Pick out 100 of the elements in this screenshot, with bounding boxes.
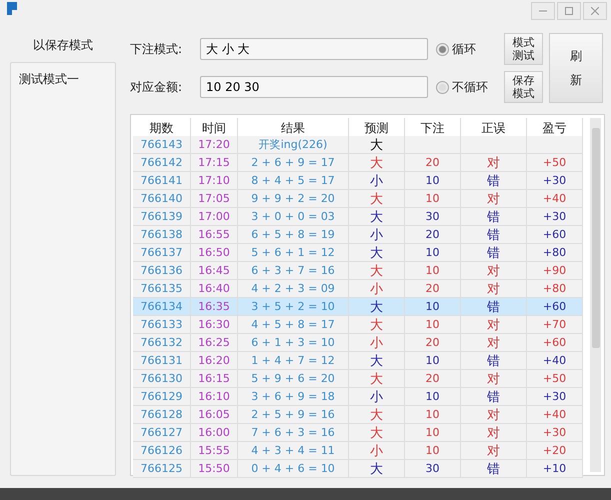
table-cell: 766143 — [133, 136, 191, 154]
close-icon — [591, 7, 599, 15]
table-cell: 大 — [349, 208, 405, 226]
table-cell: 2 + 6 + 9 = 17 — [238, 154, 349, 172]
table-cell: 小 — [349, 388, 405, 406]
table-cell: 17:10 — [191, 172, 238, 190]
table-cell: +80 — [527, 244, 583, 262]
table-cell: 766126 — [133, 442, 191, 460]
text-input-field[interactable]: 10 20 30 — [200, 76, 428, 98]
table-cell: 大 — [349, 316, 405, 334]
radio-option[interactable]: 不循环 — [436, 78, 498, 96]
mode-button[interactable]: 保存模式 — [504, 71, 543, 103]
table-cell: +10 — [527, 460, 583, 478]
table-cell — [405, 136, 461, 154]
table-cell: +50 — [527, 370, 583, 388]
table-cell: 17:15 — [191, 154, 238, 172]
scrollbar[interactable] — [590, 118, 601, 472]
table-cell: 17:05 — [191, 190, 238, 208]
table-cell: 大 — [349, 244, 405, 262]
table-cell: 17:20 — [191, 136, 238, 154]
table-cell — [527, 136, 583, 154]
table-cell: +60 — [527, 298, 583, 316]
table-cell: 10 — [405, 190, 461, 208]
table-cell: 对 — [461, 424, 527, 442]
table-cell: 766125 — [133, 460, 191, 478]
table-cell: +80 — [527, 280, 583, 298]
table-cell: 15:55 — [191, 442, 238, 460]
app-icon — [6, 0, 20, 16]
table-cell: 10 — [405, 316, 461, 334]
minimize-icon — [539, 10, 547, 12]
minimize-button[interactable] — [531, 2, 555, 20]
table-cell: 10 — [405, 352, 461, 370]
table-cell: 大 — [349, 370, 405, 388]
table-cell: +30 — [527, 172, 583, 190]
table-cell: 小 — [349, 442, 405, 460]
field-label: 对应金额: — [130, 78, 184, 96]
table-cell: +50 — [527, 154, 583, 172]
table-cell: 9 + 9 + 2 = 20 — [238, 190, 349, 208]
table-cell: +40 — [527, 352, 583, 370]
table-cell: 10 — [405, 388, 461, 406]
table-cell: 766127 — [133, 424, 191, 442]
close-button[interactable] — [583, 2, 607, 20]
table-cell: 766141 — [133, 172, 191, 190]
table-cell: 5 + 6 + 1 = 12 — [238, 244, 349, 262]
maximize-icon — [565, 7, 573, 15]
table-cell: 766129 — [133, 388, 191, 406]
table-cell: 766136 — [133, 262, 191, 280]
table-cell: 20 — [405, 226, 461, 244]
table-cell: 对 — [461, 190, 527, 208]
maximize-button[interactable] — [557, 2, 581, 20]
table-cell: 16:20 — [191, 352, 238, 370]
table-cell: 10 — [405, 424, 461, 442]
table-cell: 16:35 — [191, 298, 238, 316]
table-cell: 20 — [405, 370, 461, 388]
table-cell: 3 + 5 + 2 = 10 — [238, 298, 349, 316]
table-cell: 766133 — [133, 316, 191, 334]
table-cell: 对 — [461, 442, 527, 460]
table-cell: 大 — [349, 298, 405, 316]
table-cell: 16:40 — [191, 280, 238, 298]
table-cell: 错 — [461, 352, 527, 370]
table-cell: 10 — [405, 442, 461, 460]
table-cell: 大 — [349, 190, 405, 208]
table-cell: 6 + 3 + 7 = 16 — [238, 262, 349, 280]
table-cell: 小 — [349, 334, 405, 352]
table-cell: 大 — [349, 154, 405, 172]
table-cell: 大 — [349, 262, 405, 280]
table-cell: 8 + 4 + 5 = 17 — [238, 172, 349, 190]
table-cell: 766140 — [133, 190, 191, 208]
table-cell: 16:55 — [191, 226, 238, 244]
text-input-field[interactable]: 大 小 大 — [200, 38, 428, 60]
table-cell: 16:10 — [191, 388, 238, 406]
table-cell: 766137 — [133, 244, 191, 262]
table-cell: 开奖ing(226) — [238, 136, 349, 154]
table-cell: 16:50 — [191, 244, 238, 262]
radio-option[interactable]: 循环 — [436, 40, 498, 58]
table-cell: 错 — [461, 226, 527, 244]
table-cell: 6 + 5 + 8 = 19 — [238, 226, 349, 244]
table-cell: 错 — [461, 208, 527, 226]
table-cell: 766130 — [133, 370, 191, 388]
table-cell: 2 + 5 + 9 = 16 — [238, 406, 349, 424]
table-cell: 3 + 6 + 9 = 18 — [238, 388, 349, 406]
mode-list-item[interactable]: 测试模式一 — [15, 69, 111, 90]
table-cell: +30 — [527, 208, 583, 226]
table-cell: +70 — [527, 316, 583, 334]
table-cell: 4 + 5 + 8 = 17 — [238, 316, 349, 334]
table-cell: 小 — [349, 172, 405, 190]
table-cell: 30 — [405, 208, 461, 226]
table-cell: 1 + 4 + 7 = 12 — [238, 352, 349, 370]
table-cell: 15:50 — [191, 460, 238, 478]
table-cell: 10 — [405, 262, 461, 280]
table-cell: 5 + 9 + 6 = 20 — [238, 370, 349, 388]
mode-button[interactable]: 模式测试 — [504, 33, 543, 65]
refresh-button[interactable]: 刷新 — [549, 33, 603, 103]
table-cell: 对 — [461, 262, 527, 280]
table-cell: 错 — [461, 298, 527, 316]
table-cell: 错 — [461, 388, 527, 406]
table-cell: 766135 — [133, 280, 191, 298]
table-cell: 小 — [349, 280, 405, 298]
saved-modes-label: 以保存模式 — [32, 36, 94, 54]
table-cell: 20 — [405, 334, 461, 352]
